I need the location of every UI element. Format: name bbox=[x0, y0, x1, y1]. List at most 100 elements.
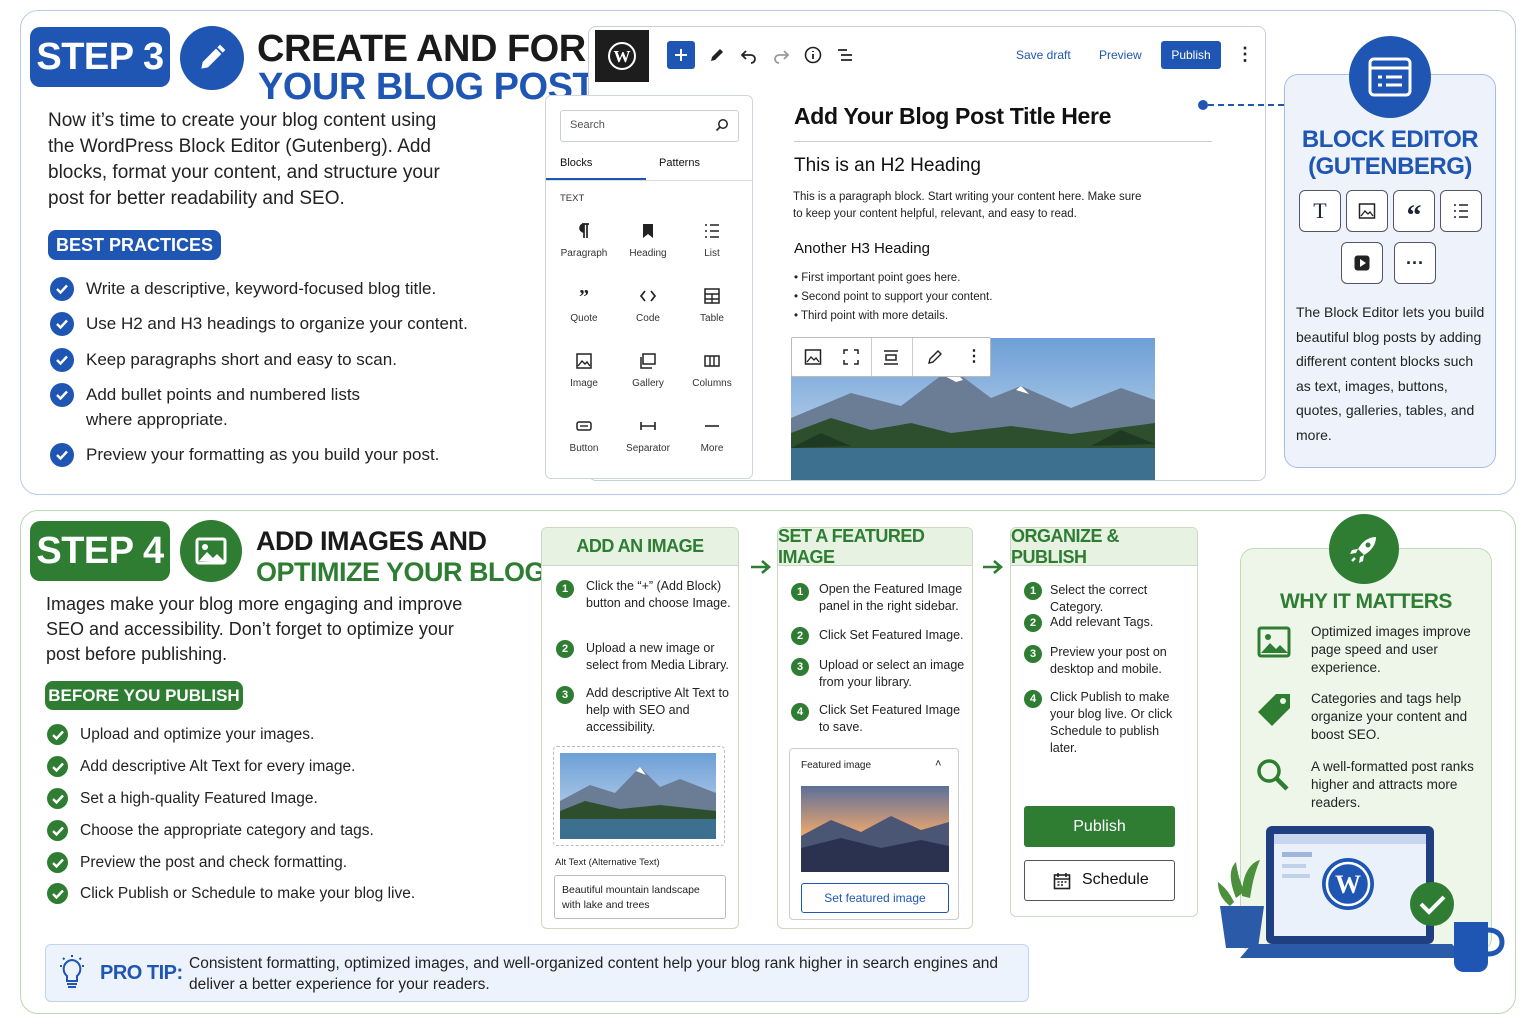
align-icon[interactable] bbox=[882, 348, 900, 371]
block-quote[interactable]: ” Quote bbox=[550, 287, 618, 324]
image-icon bbox=[180, 520, 242, 582]
title-divider bbox=[794, 141, 1212, 142]
block-more[interactable]: More bbox=[678, 417, 746, 454]
step-number: 2 bbox=[791, 627, 809, 645]
block-code[interactable]: Code bbox=[614, 287, 682, 324]
checklist-item: Upload and optimize your images. bbox=[80, 726, 315, 743]
tools-pencil-icon[interactable] bbox=[708, 46, 726, 69]
h3-heading[interactable]: Another H3 Heading bbox=[794, 240, 930, 257]
publish-button[interactable]: Publish bbox=[1024, 806, 1175, 847]
block-separator[interactable]: Separator bbox=[614, 417, 682, 454]
practice-item: Add bullet points and numbered lists bbox=[86, 385, 361, 404]
step4-intro: Images make your blog more engaging and … bbox=[46, 594, 463, 664]
search-icon bbox=[1256, 758, 1290, 797]
quote-block-icon: “ bbox=[1393, 190, 1435, 232]
pro-tip-label: PRO TIP: bbox=[100, 962, 183, 984]
wordpress-logo-icon[interactable]: W bbox=[595, 30, 649, 82]
block-gallery[interactable]: Gallery bbox=[614, 352, 682, 389]
check-icon bbox=[50, 312, 74, 336]
step-number: 3 bbox=[791, 658, 809, 676]
preview-button[interactable]: Preview bbox=[1099, 48, 1142, 62]
paragraph-block[interactable]: This is a paragraph block. Start writing… bbox=[793, 189, 1153, 223]
featured-image-label: Featured image bbox=[801, 760, 872, 771]
featured-image-thumbnail[interactable] bbox=[801, 786, 949, 872]
check-icon bbox=[47, 724, 68, 745]
featured-step-4: Click Set Featured Image to save. bbox=[819, 703, 961, 734]
block-table[interactable]: Table bbox=[678, 287, 746, 324]
set-featured-image-button[interactable]: Set featured image bbox=[801, 883, 949, 913]
h2-heading[interactable]: This is an H2 Heading bbox=[794, 155, 981, 177]
step4-title-line1: ADD IMAGES AND bbox=[256, 526, 487, 556]
publish-step-3: Preview your post on desktop and mobile. bbox=[1050, 645, 1167, 676]
block-columns[interactable]: Columns bbox=[678, 352, 746, 389]
bullet-item: • Second point to support your content. bbox=[794, 291, 993, 303]
why-item: A well-formatted post ranks higher and a… bbox=[1311, 759, 1474, 810]
block-paragraph[interactable]: Paragraph bbox=[550, 222, 618, 259]
tag-icon bbox=[1254, 690, 1294, 731]
arrow-right-icon bbox=[982, 557, 1004, 582]
more-options-icon[interactable]: ⋮ bbox=[966, 346, 982, 366]
image-step-2: Upload a new image or select from Media … bbox=[586, 641, 729, 672]
mountain-lake-thumbnail bbox=[560, 753, 716, 839]
checklist-item: Set a high-quality Featured Image. bbox=[80, 790, 318, 807]
block-image[interactable]: Image bbox=[550, 352, 618, 389]
undo-icon[interactable] bbox=[740, 46, 758, 69]
add-block-button[interactable] bbox=[667, 41, 695, 69]
step-number: 2 bbox=[1024, 614, 1042, 632]
info-icon[interactable] bbox=[804, 46, 822, 69]
block-heading[interactable]: Heading bbox=[614, 222, 682, 259]
step-number: 4 bbox=[1024, 690, 1042, 708]
step-number: 1 bbox=[556, 580, 574, 598]
rocket-icon bbox=[1329, 514, 1399, 584]
alt-text-input[interactable]: Beautiful mountain landscape with lake a… bbox=[554, 875, 726, 919]
block-button[interactable]: Button bbox=[550, 417, 618, 454]
toolbar-divider bbox=[912, 338, 913, 376]
checklist-item: Add descriptive Alt Text for every image… bbox=[80, 758, 356, 775]
arrow-right-icon bbox=[750, 557, 772, 582]
laptop-wordpress-illustration: W bbox=[1216, 826, 1516, 996]
lightbulb-icon bbox=[56, 952, 88, 997]
tab-blocks[interactable]: Blocks bbox=[560, 157, 592, 169]
list-view-icon[interactable] bbox=[836, 46, 854, 69]
block-list[interactable]: List bbox=[678, 222, 746, 259]
search-placeholder: Search bbox=[570, 119, 605, 131]
browser-window-icon bbox=[1349, 36, 1431, 118]
best-practices-label: BEST PRACTICES bbox=[48, 230, 221, 260]
redo-icon[interactable] bbox=[772, 46, 790, 69]
check-icon bbox=[47, 756, 68, 777]
tab-patterns[interactable]: Patterns bbox=[659, 157, 700, 169]
check-icon bbox=[50, 277, 74, 301]
image-step-3: Add descriptive Alt Text to help with SE… bbox=[586, 686, 729, 734]
check-icon bbox=[47, 820, 68, 841]
step4-badge: STEP 4 bbox=[30, 521, 170, 581]
alt-text-label: Alt Text (Alternative Text) bbox=[555, 857, 660, 868]
featured-step-1: Open the Featured Image panel in the rig… bbox=[819, 582, 963, 613]
chevron-up-icon[interactable]: ˄ bbox=[935, 758, 941, 770]
step-number: 3 bbox=[556, 686, 574, 704]
edit-pencil-icon[interactable] bbox=[926, 348, 944, 371]
publish-step-4: Click Publish to make your blog live. Or… bbox=[1050, 690, 1173, 755]
featured-step-3: Upload or select an image from your libr… bbox=[819, 658, 965, 689]
more-blocks-icon: ··· bbox=[1394, 242, 1436, 284]
post-title[interactable]: Add Your Blog Post Title Here bbox=[794, 103, 1111, 130]
expand-icon[interactable] bbox=[842, 348, 860, 371]
list-block-icon bbox=[1440, 190, 1482, 232]
toolbar-divider bbox=[871, 338, 872, 376]
publish-step-1: Select the correct Category. bbox=[1050, 583, 1148, 614]
svg-text:W: W bbox=[614, 47, 631, 66]
schedule-label: Schedule bbox=[1082, 871, 1149, 888]
connector-line bbox=[1208, 104, 1284, 106]
add-image-card-title: ADD AN IMAGE bbox=[542, 528, 738, 566]
sidebar-title: BLOCK EDITOR (GUTENBERG) bbox=[1301, 126, 1479, 180]
check-icon bbox=[50, 348, 74, 372]
step-number: 3 bbox=[1024, 645, 1042, 663]
checklist-item: Preview the post and check formatting. bbox=[80, 854, 348, 871]
image-preview-frame[interactable] bbox=[553, 746, 725, 846]
check-icon bbox=[50, 443, 74, 467]
image-icon[interactable] bbox=[804, 348, 822, 371]
bullet-list[interactable]: • First important point goes here. • Sec… bbox=[794, 269, 992, 326]
save-draft-button[interactable]: Save draft bbox=[1016, 48, 1071, 62]
publish-button[interactable]: Publish bbox=[1161, 41, 1221, 69]
options-kebab-icon[interactable]: ⋮ bbox=[1236, 44, 1254, 65]
check-icon bbox=[47, 788, 68, 809]
